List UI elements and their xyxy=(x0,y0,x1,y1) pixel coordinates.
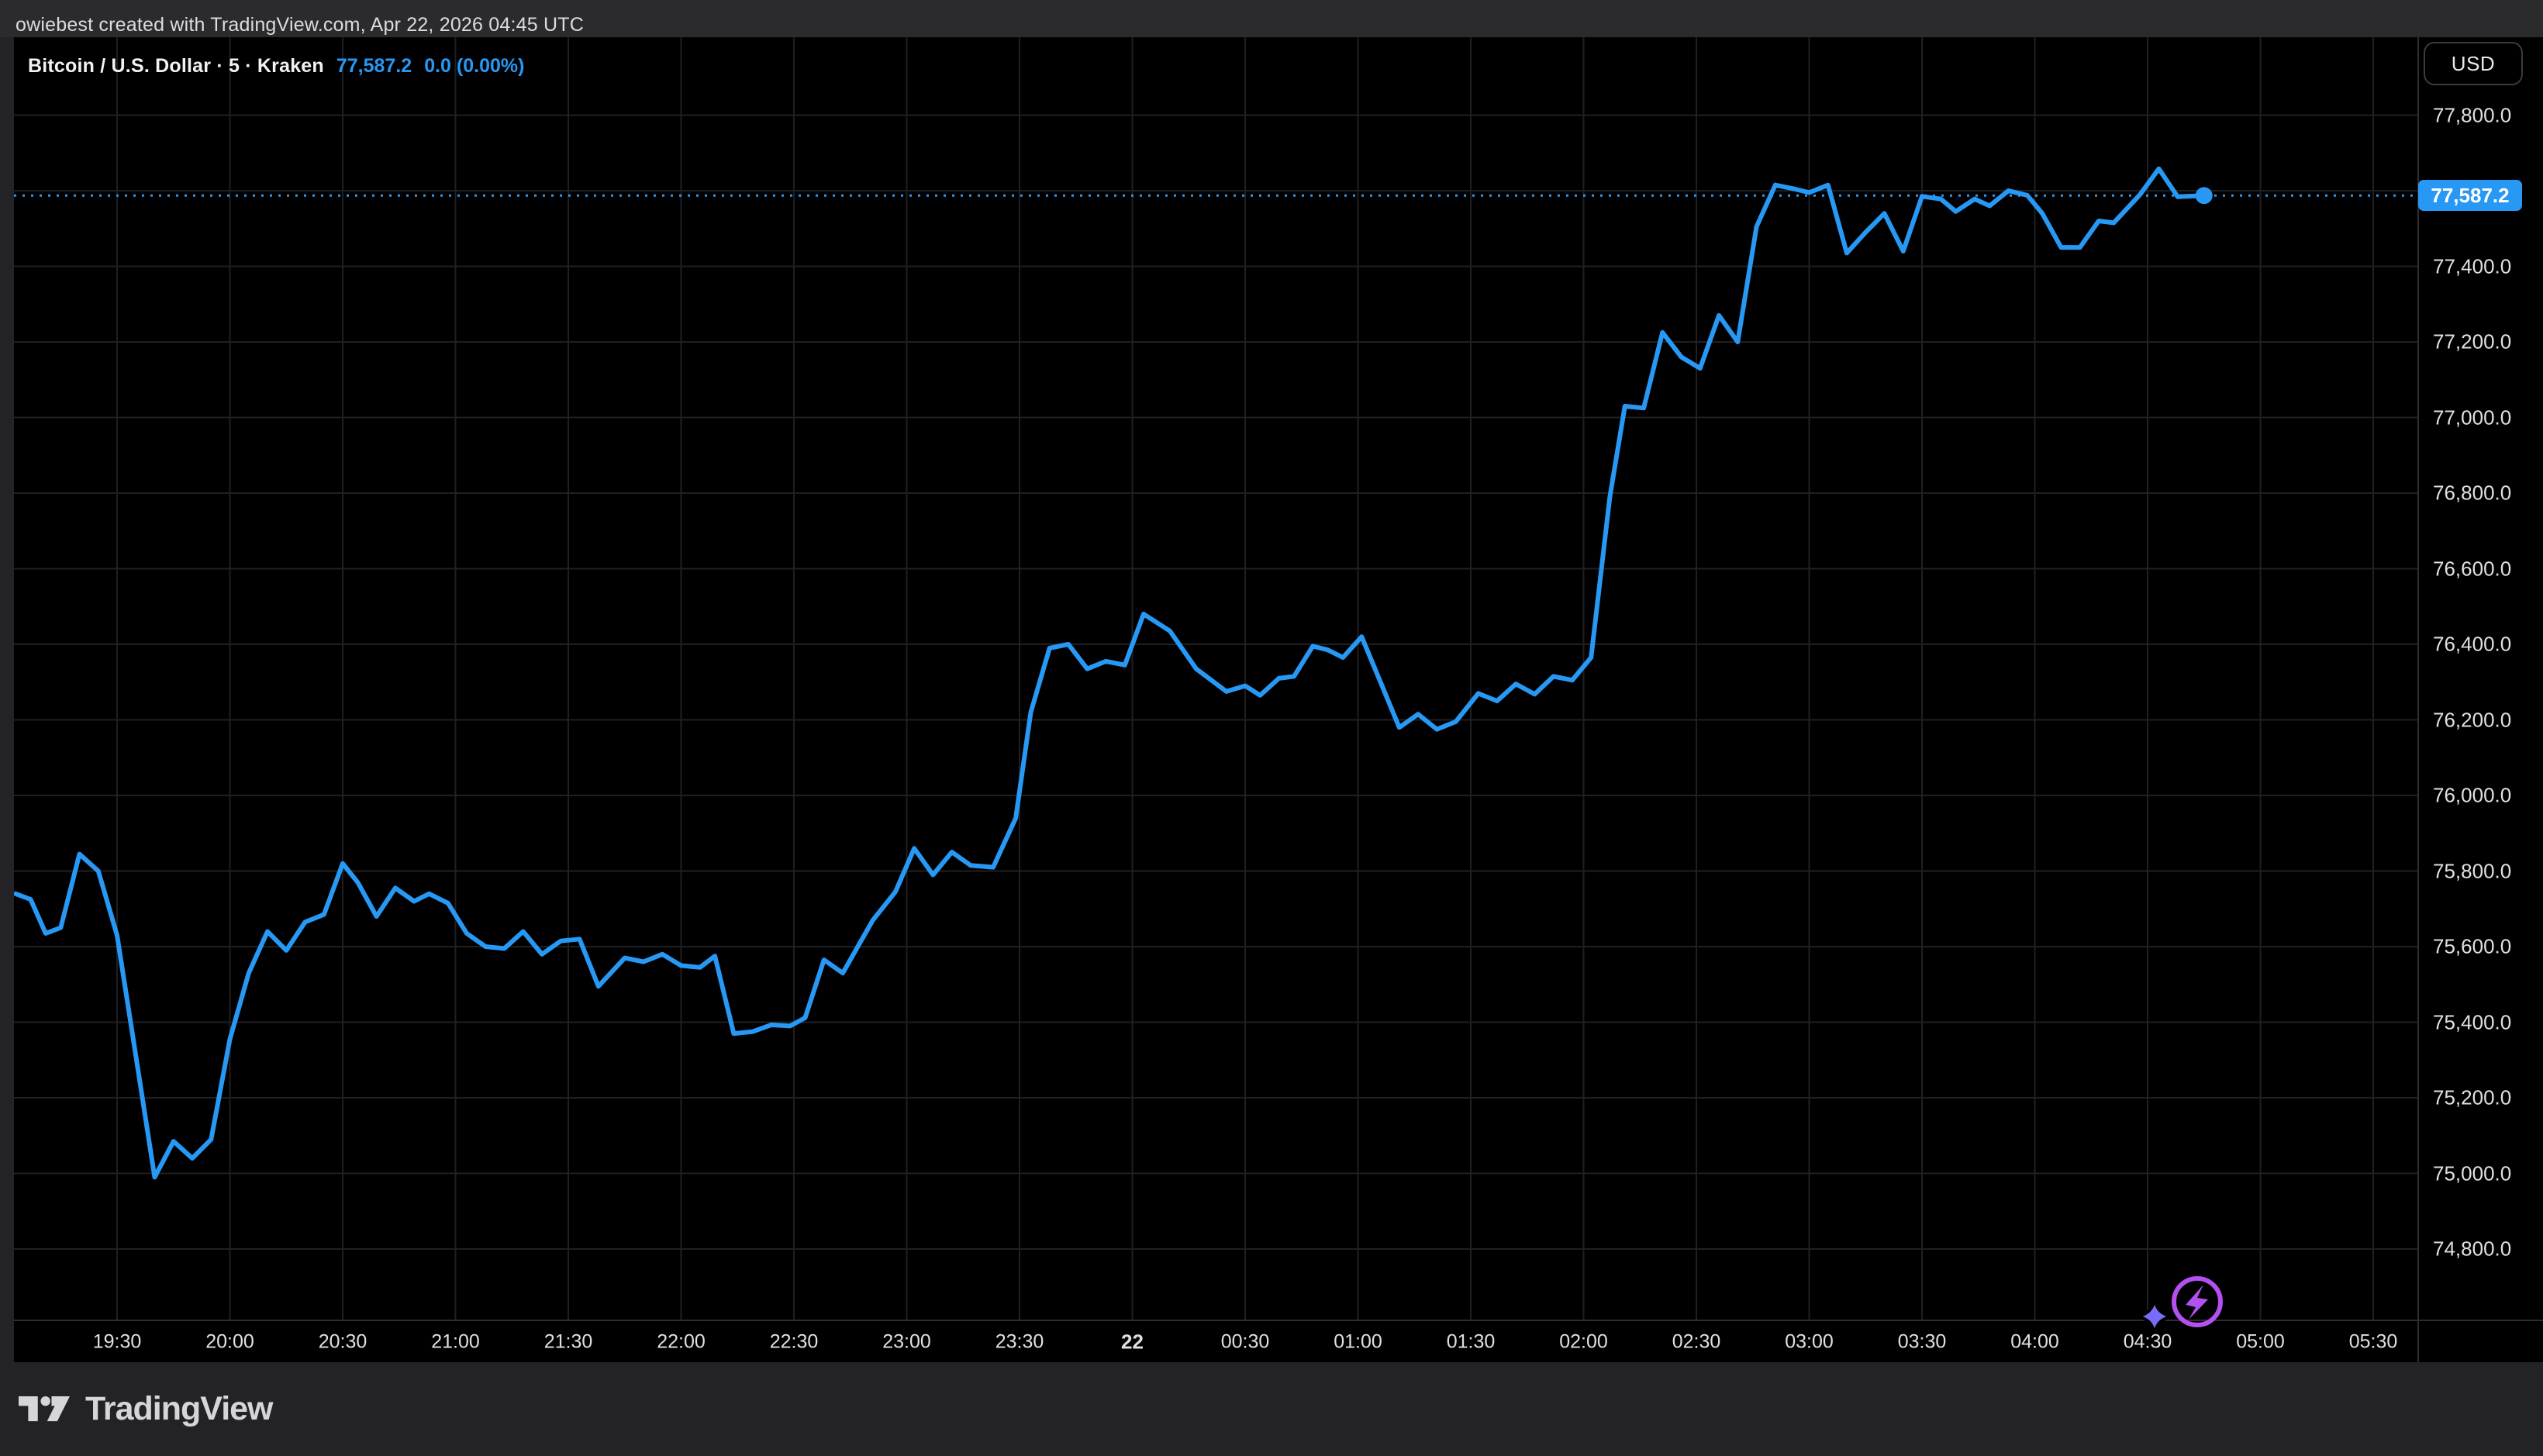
price-tick-label: 75,400.0 xyxy=(2433,1010,2511,1034)
price-tick-label: 75,000.0 xyxy=(2433,1161,2511,1185)
time-tick-label: 05:30 xyxy=(2349,1330,2398,1353)
time-tick-label: 23:30 xyxy=(995,1330,1044,1353)
price-tick-label: 76,800.0 xyxy=(2433,481,2511,505)
price-chart-canvas[interactable] xyxy=(0,0,2543,1456)
time-tick-label: 05:00 xyxy=(2236,1330,2285,1353)
price-axis[interactable]: USD 77,800.0 77,400.0 77,200.0 77,000.0 76,8… xyxy=(2419,37,2543,1320)
time-tick-label: 23:00 xyxy=(882,1330,931,1353)
price-change-value: 0.0 (0.00%) xyxy=(424,55,524,78)
attribution-text: owiebest created with TradingView.com, A… xyxy=(16,14,584,36)
symbol-header: Bitcoin / U.S. Dollar · 5 · Kraken 77,58… xyxy=(28,53,524,79)
time-tick-label: 00:30 xyxy=(1221,1330,1270,1353)
price-tick-label: 76,600.0 xyxy=(2433,557,2511,581)
time-tick-label: 22:00 xyxy=(657,1330,706,1353)
time-tick-label-date: 22 xyxy=(1121,1330,1144,1354)
price-tick-label: 75,600.0 xyxy=(2433,935,2511,959)
tradingview-logo xyxy=(19,1396,70,1422)
time-tick-label: 04:00 xyxy=(2010,1330,2059,1353)
time-tick-label: 02:00 xyxy=(1559,1330,1608,1353)
time-tick-label: 21:00 xyxy=(431,1330,480,1353)
currency-unit-button[interactable]: USD xyxy=(2424,42,2523,85)
price-tick-label: 74,800.0 xyxy=(2433,1237,2511,1261)
left-gutter xyxy=(0,37,14,1362)
current-price-badge: 77,587.2 xyxy=(2418,180,2522,211)
price-tick-label: 75,200.0 xyxy=(2433,1086,2511,1110)
price-tick-label: 76,200.0 xyxy=(2433,708,2511,732)
time-axis[interactable]: 19:30 20:00 20:30 21:00 21:30 22:00 22:30 23:00… xyxy=(0,1321,2417,1362)
spark-lightning-icon[interactable] xyxy=(2141,1264,2234,1341)
time-tick-label: 01:00 xyxy=(1334,1330,1382,1353)
time-tick-label: 02:30 xyxy=(1672,1330,1721,1353)
time-tick-label: 03:30 xyxy=(1898,1330,1947,1353)
last-price-value: 77,587.2 xyxy=(336,55,412,78)
price-tick-label: 75,800.0 xyxy=(2433,859,2511,883)
tradingview-brand-text: TradingView xyxy=(85,1390,273,1428)
price-tick-label: 76,000.0 xyxy=(2433,784,2511,808)
price-tick-label: 77,800.0 xyxy=(2433,103,2511,127)
price-tick-label: 77,200.0 xyxy=(2433,330,2511,354)
price-tick-label: 77,000.0 xyxy=(2433,405,2511,430)
time-tick-label: 19:30 xyxy=(93,1330,142,1353)
price-line-series xyxy=(16,169,2204,1178)
price-tick-label: 76,400.0 xyxy=(2433,633,2511,657)
last-price-dot xyxy=(2196,187,2213,204)
time-tick-label: 22:30 xyxy=(770,1330,819,1353)
attribution-bar: owiebest created with TradingView.com, A… xyxy=(0,0,2543,37)
time-tick-label: 03:00 xyxy=(1785,1330,1834,1353)
time-tick-label: 20:30 xyxy=(319,1330,367,1353)
footer-bar xyxy=(0,1362,2543,1456)
price-tick-label: 77,400.0 xyxy=(2433,254,2511,278)
time-tick-label: 21:30 xyxy=(544,1330,593,1353)
time-tick-label: 01:30 xyxy=(1447,1330,1496,1353)
time-tick-label: 20:00 xyxy=(205,1330,254,1353)
symbol-title[interactable]: Bitcoin / U.S. Dollar · 5 · Kraken xyxy=(28,55,324,78)
tradingview-brand-link[interactable]: TradingView xyxy=(19,1390,273,1428)
